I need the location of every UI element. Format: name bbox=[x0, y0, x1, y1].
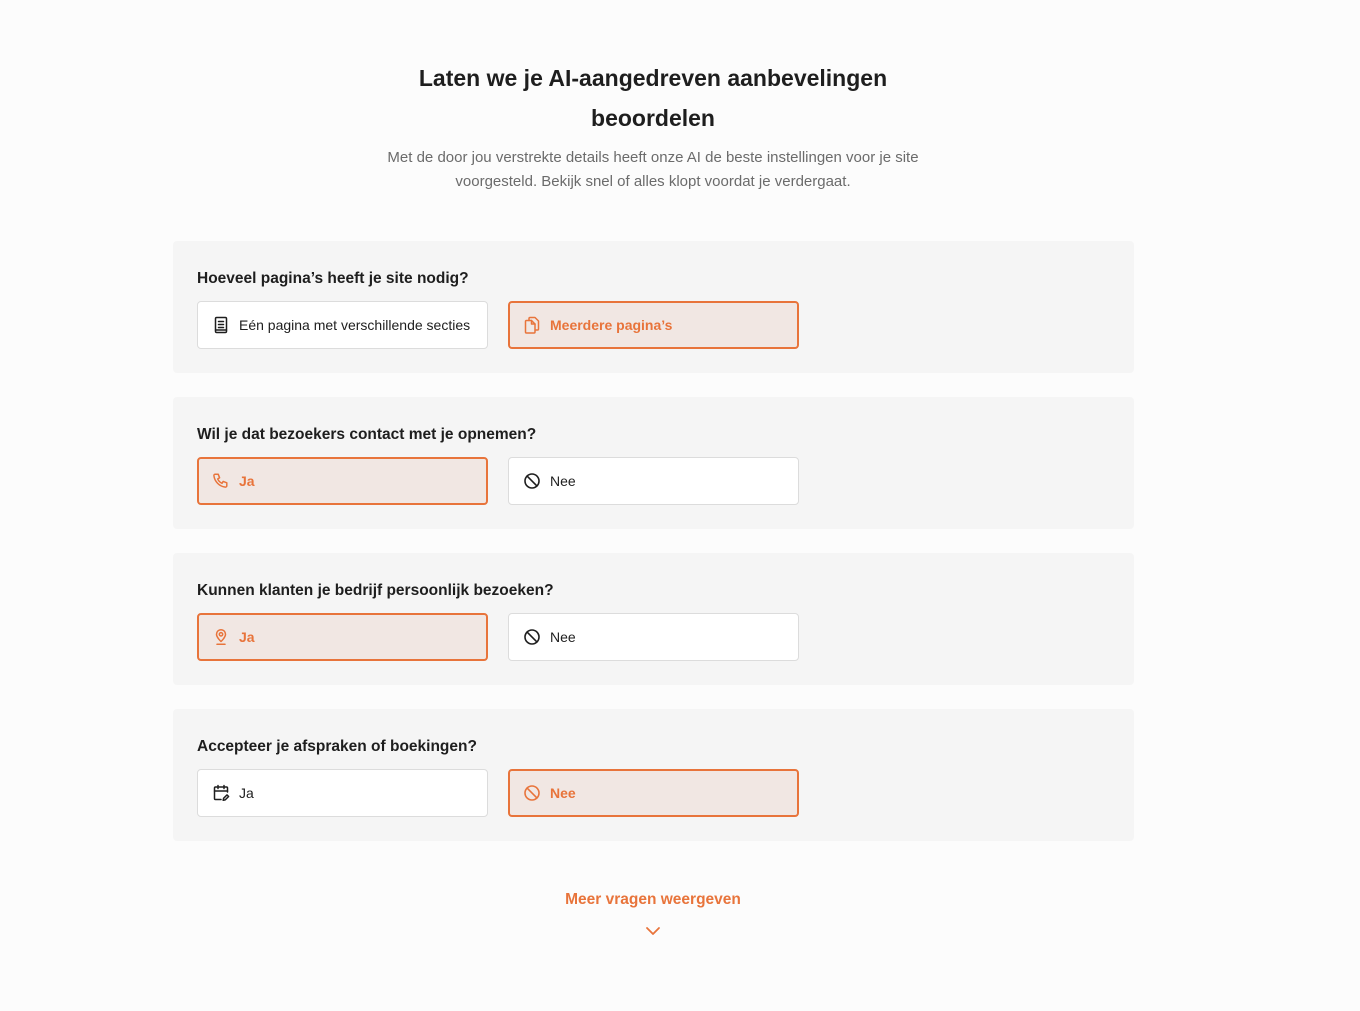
option-single-page[interactable]: Eén pagina met verschillende secties bbox=[197, 301, 488, 349]
multiple-pages-icon bbox=[523, 316, 541, 334]
single-page-icon bbox=[212, 316, 230, 334]
option-contact-no[interactable]: Nee bbox=[508, 457, 799, 505]
option-bookings-yes[interactable]: Ja bbox=[197, 769, 488, 817]
location-pin-icon bbox=[212, 628, 230, 646]
option-label: Nee bbox=[550, 785, 576, 801]
option-visit-no[interactable]: Nee bbox=[508, 613, 799, 661]
ban-icon bbox=[523, 628, 541, 646]
option-label: Nee bbox=[550, 473, 576, 489]
question-label: Hoeveel pagina’s heeft je site nodig? bbox=[197, 270, 469, 287]
question-card-bookings: Accepteer je afspraken of boekingen? Ja … bbox=[173, 709, 1134, 841]
option-label: Eén pagina met verschillende secties bbox=[239, 317, 471, 333]
page-title: Laten we je AI-aangedreven aanbevelingen… bbox=[418, 65, 888, 131]
option-label: Ja bbox=[239, 785, 254, 801]
question-label: Kunnen klanten je bedrijf persoonlijk be… bbox=[197, 582, 554, 599]
option-visit-yes[interactable]: Ja bbox=[197, 613, 488, 661]
chevron-down-icon[interactable] bbox=[644, 924, 662, 938]
option-label: Ja bbox=[239, 629, 255, 645]
question-card-visit: Kunnen klanten je bedrijf persoonlijk be… bbox=[173, 553, 1134, 685]
option-label: Meerdere pagina’s bbox=[550, 317, 673, 333]
option-label: Nee bbox=[550, 629, 576, 645]
ban-icon bbox=[523, 784, 541, 802]
question-card-pages: Hoeveel pagina’s heeft je site nodig? Eé… bbox=[173, 241, 1134, 373]
page-subtitle: Met de door jou verstrekte details heeft… bbox=[387, 149, 919, 190]
calendar-edit-icon bbox=[212, 784, 230, 802]
option-contact-yes[interactable]: Ja bbox=[197, 457, 488, 505]
question-label: Wil je dat bezoekers contact met je opne… bbox=[197, 426, 537, 443]
option-bookings-no[interactable]: Nee bbox=[508, 769, 799, 817]
option-multiple-pages[interactable]: Meerdere pagina’s bbox=[508, 301, 799, 349]
question-card-contact: Wil je dat bezoekers contact met je opne… bbox=[173, 397, 1134, 529]
option-label: Ja bbox=[239, 473, 255, 489]
question-label: Accepteer je afspraken of boekingen? bbox=[197, 738, 477, 755]
phone-icon bbox=[212, 472, 230, 490]
ban-icon bbox=[523, 472, 541, 490]
show-more-questions-button[interactable]: Meer vragen weergeven bbox=[530, 891, 776, 909]
